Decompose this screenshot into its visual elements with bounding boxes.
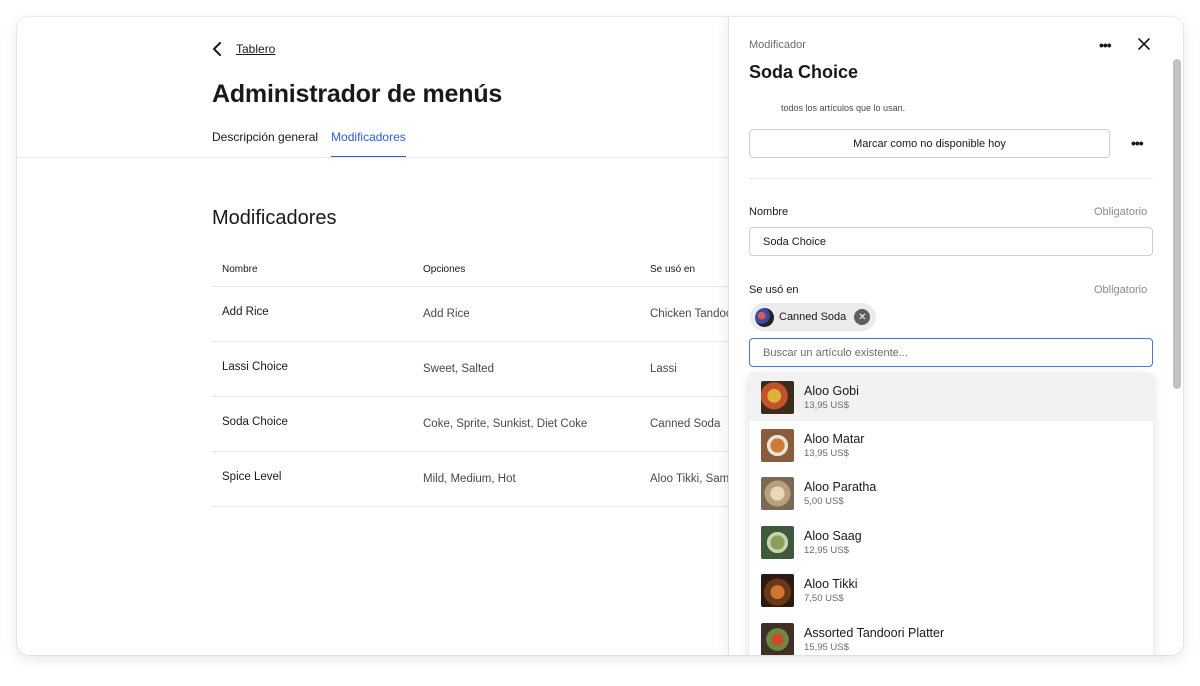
search-result-item[interactable]: Aloo Tikki 7,50 US$ [749,567,1153,615]
item-thumbnail [761,477,794,511]
tabs-divider [17,157,728,158]
chip-label: Canned Soda [779,311,847,323]
chevron-left-icon [212,42,222,56]
item-thumbnail [761,525,794,559]
table-row[interactable]: Spice Level Mild, Medium, Hot Aloo Tikki… [212,452,742,507]
table-header: Nombre Opciones Se usó en [212,252,742,287]
row-used-in: Canned Soda [650,418,721,430]
item-name: Aloo Gobi [804,383,859,398]
item-price: 13,95 US$ [804,399,849,411]
item-search-input[interactable] [749,338,1153,367]
drawer-note: todos los artículos que lo usan. [781,103,906,113]
item-name: Aloo Saag [804,528,862,543]
drawer-scrollbar[interactable] [1173,59,1181,389]
search-result-item[interactable]: Aloo Paratha 5,00 US$ [749,470,1153,518]
table-row[interactable]: Soda Choice Coke, Sprite, Sunkist, Diet … [212,397,742,452]
name-field-required: Obligatorio [1094,206,1148,218]
item-price: 7,50 US$ [804,593,844,605]
search-results-dropdown: Aloo Gobi 13,95 US$ Aloo Matar 13,95 US$ A… [749,373,1153,655]
item-name: Aloo Matar [804,432,865,447]
item-thumbnail [761,429,794,463]
modifiers-table: Nombre Opciones Se usó en Add Rice Add R… [212,252,742,507]
tab-overview[interactable]: Descripción general [212,130,318,158]
drawer-title: Soda Choice [749,62,859,82]
close-icon[interactable] [1137,37,1151,56]
table-row[interactable]: Lassi Choice Sweet, Salted Lassi [212,342,742,397]
drawer-eyebrow: Modificador [749,39,806,51]
app-window: Tablero Administrador de menús Descripci… [17,17,1183,655]
column-header-name: Nombre [222,263,258,275]
used-in-field-label: Se usó en [749,284,799,296]
chip-avatar [755,307,774,327]
item-price: 15,95 US$ [804,641,849,653]
item-name: Assorted Tandoori Platter [804,625,945,640]
remove-chip-icon[interactable]: ✕ [854,309,871,325]
tab-modifiers[interactable]: Modificadores [331,130,406,158]
search-result-item[interactable]: Aloo Saag 12,95 US$ [749,518,1153,566]
item-price: 12,95 US$ [804,544,849,556]
item-thumbnail [761,622,794,655]
row-options: Coke, Sprite, Sunkist, Diet Coke [423,418,588,430]
row-options: Sweet, Salted [423,363,494,375]
tab-bar: Descripción general Modificadores [212,130,406,158]
search-result-item[interactable]: Aloo Gobi 13,95 US$ [749,373,1153,422]
search-result-item[interactable]: Assorted Tandoori Platter 15,95 US$ [749,615,1153,655]
mark-unavailable-button[interactable]: Marcar como no disponible hoy [749,129,1110,158]
item-name: Aloo Tikki [804,577,858,592]
main-content: Tablero Administrador de menús Descripci… [17,17,742,655]
item-name: Aloo Paratha [804,480,877,495]
row-name: Spice Level [222,471,282,483]
name-input[interactable] [749,227,1153,256]
table-row[interactable]: Add Rice Add Rice Chicken Tandoori [212,287,742,342]
row-used-in: Aloo Tikki, Samosa [650,473,742,485]
row-used-in: Chicken Tandoori [650,308,739,320]
used-in-chip: Canned Soda ✕ [750,303,877,331]
more-horizontal-icon[interactable]: ••• [1099,37,1112,53]
used-in-field-required: Obligatorio [1094,284,1148,296]
search-result-item[interactable]: Aloo Matar 13,95 US$ [749,421,1153,469]
row-name: Soda Choice [222,416,288,428]
back-link[interactable]: Tablero [212,42,275,56]
back-link-label: Tablero [236,42,276,56]
drawer-divider [749,178,1153,179]
more-horizontal-icon[interactable]: ••• [1131,135,1144,151]
column-header-used-in: Se usó en [650,263,696,275]
column-header-options: Opciones [423,263,466,275]
row-options: Mild, Medium, Hot [423,473,516,485]
row-options: Add Rice [423,308,470,320]
item-price: 5,00 US$ [804,496,844,508]
row-name: Add Rice [222,306,269,318]
row-name: Lassi Choice [222,361,288,373]
item-thumbnail [761,380,794,414]
page-title: Administrador de menús [212,80,503,108]
row-used-in: Lassi [650,363,677,375]
name-field-label: Nombre [749,206,789,218]
section-title: Modificadores [212,207,337,229]
item-price: 13,95 US$ [804,448,849,460]
item-thumbnail [761,574,794,608]
modifier-drawer: Modificador ••• Soda Choice todos los ar… [728,17,1183,655]
